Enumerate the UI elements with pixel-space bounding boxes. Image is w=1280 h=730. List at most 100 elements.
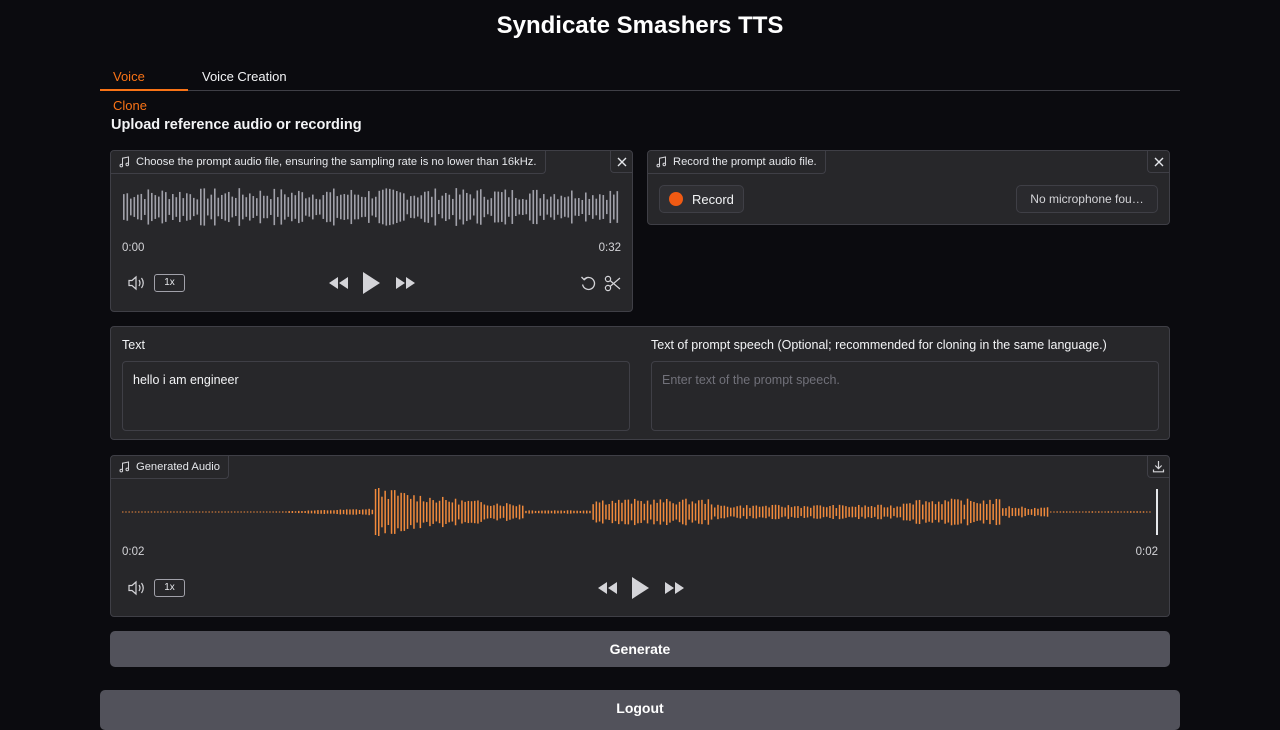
waveform-bar xyxy=(941,504,943,520)
waveform-bar xyxy=(249,193,251,221)
waveform-bar xyxy=(678,501,681,523)
generate-button[interactable]: Generate xyxy=(110,631,1170,667)
waveform-bar xyxy=(1075,511,1078,513)
trim-button[interactable] xyxy=(603,274,621,292)
waveform-bar xyxy=(147,511,150,513)
waveform-bar xyxy=(544,510,546,514)
waveform-bar xyxy=(448,501,450,523)
waveform-bar xyxy=(906,503,908,521)
waveform-bar xyxy=(150,511,153,513)
waveform-bar xyxy=(867,506,870,518)
logout-button[interactable]: Logout xyxy=(100,690,1180,730)
waveform-bar xyxy=(256,198,258,216)
waveform-bar xyxy=(381,496,383,528)
waveform-bar xyxy=(397,495,399,529)
waveform-bar xyxy=(749,507,751,517)
waveform-bar xyxy=(165,192,167,222)
waveform-bar xyxy=(396,191,398,223)
waveform-bar xyxy=(1005,508,1007,516)
music-note-icon xyxy=(119,156,130,168)
waveform-bar xyxy=(483,196,486,218)
waveform-bar xyxy=(355,509,358,515)
text-input[interactable]: hello i am engineer xyxy=(122,361,630,431)
playback-rate-button[interactable]: 1x xyxy=(154,579,185,597)
waveform-bar xyxy=(784,507,786,517)
waveform-bar xyxy=(151,192,153,222)
waveform-bar xyxy=(605,504,607,520)
waveform-bar xyxy=(563,510,566,514)
waveform-bar xyxy=(221,194,223,220)
record-button-label: Record xyxy=(692,192,734,207)
waveform-bar xyxy=(403,493,406,531)
waveform-bar xyxy=(861,507,863,517)
waveform-bar xyxy=(765,505,767,519)
waveform-bar xyxy=(966,498,969,526)
playback-rate-button[interactable]: 1x xyxy=(154,274,185,292)
waveform-bar xyxy=(534,510,537,514)
reset-button[interactable] xyxy=(579,274,597,292)
music-note-icon xyxy=(119,461,130,473)
waveform-bar xyxy=(374,488,377,536)
waveform-bar xyxy=(567,196,570,218)
waveform-bar xyxy=(550,510,553,514)
waveform-bar xyxy=(688,504,690,520)
waveform-bar xyxy=(203,188,206,226)
waveform-bar xyxy=(531,510,534,514)
waveform-bar xyxy=(133,197,136,217)
skip-forward-button[interactable] xyxy=(394,275,416,291)
play-button[interactable] xyxy=(629,575,651,601)
waveform-bar xyxy=(512,505,514,519)
waveform-bar xyxy=(301,192,304,222)
waveform-bar xyxy=(494,191,496,223)
prompt-audio-waveform[interactable] xyxy=(122,184,622,230)
waveform-bar xyxy=(466,192,468,222)
waveform-bar xyxy=(925,501,927,523)
waveform-bar xyxy=(269,511,271,513)
waveform-bar xyxy=(768,507,770,517)
waveform-bar xyxy=(378,190,381,224)
waveform-bar xyxy=(976,503,978,521)
waveform-bar xyxy=(736,506,738,518)
waveform-bar xyxy=(707,499,710,525)
waveform-bar xyxy=(422,501,425,523)
waveform-bar xyxy=(137,194,139,220)
download-button[interactable] xyxy=(1147,456,1169,478)
skip-back-button[interactable] xyxy=(596,580,618,596)
waveform-bar xyxy=(995,498,998,526)
record-button[interactable]: Record xyxy=(659,185,744,213)
waveform-bar xyxy=(874,507,876,517)
section-heading: Upload reference audio or recording xyxy=(111,117,362,133)
waveform-bar xyxy=(350,189,353,225)
waveform-bar xyxy=(578,198,580,216)
playhead-cursor[interactable] xyxy=(1156,489,1158,535)
skip-back-button[interactable] xyxy=(327,275,349,291)
tab-voice-creation[interactable]: Voice Creation xyxy=(189,62,300,91)
tab-voice-clone[interactable]: Voice Clone xyxy=(100,62,188,113)
waveform-bar xyxy=(1050,511,1052,513)
clear-recording-button[interactable] xyxy=(1147,151,1169,173)
play-button[interactable] xyxy=(360,270,382,296)
waveform-bar xyxy=(186,193,188,221)
waveform-bar xyxy=(539,198,542,216)
recorder-panel: Record the prompt audio file. Record No … xyxy=(647,150,1170,225)
waveform-bar xyxy=(291,192,293,222)
generated-audio-waveform[interactable] xyxy=(122,488,1160,536)
waveform-bar xyxy=(157,511,159,513)
waveform-bar xyxy=(511,190,514,224)
volume-button[interactable] xyxy=(126,274,148,292)
clear-prompt-audio-button[interactable] xyxy=(610,151,632,173)
waveform-bar xyxy=(742,507,745,517)
prompt-text-input[interactable]: Enter text of the prompt speech. xyxy=(651,361,1159,431)
skip-forward-button[interactable] xyxy=(663,580,685,596)
waveform-bar xyxy=(207,198,209,216)
waveform-bar xyxy=(182,198,185,216)
waveform-bar xyxy=(501,192,503,222)
waveform-bar xyxy=(794,506,796,518)
generated-audio-label-text: Generated Audio xyxy=(136,461,220,473)
app-title: Syndicate Smashers TTS xyxy=(496,12,784,39)
microphone-select[interactable]: No microphone fou… xyxy=(1016,185,1158,213)
waveform-bar xyxy=(445,500,447,524)
waveform-bar xyxy=(253,511,255,513)
play-icon xyxy=(632,577,649,599)
volume-button[interactable] xyxy=(126,579,148,597)
